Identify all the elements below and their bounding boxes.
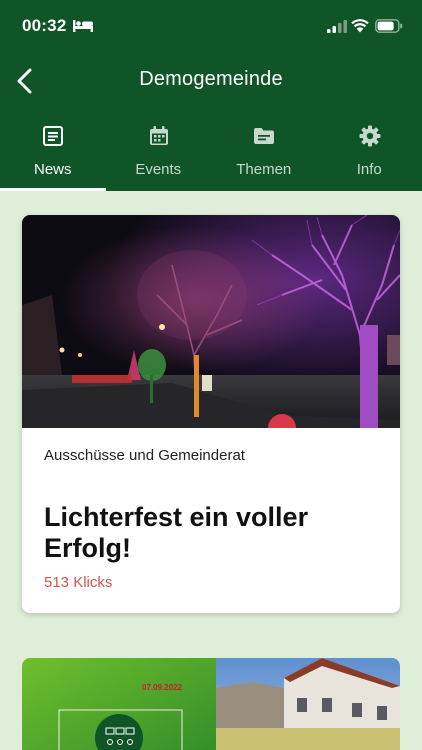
news-card[interactable]: Ausschüsse und Gemeinderat Lichterfest e… bbox=[22, 215, 400, 613]
tab-news[interactable]: News bbox=[0, 118, 106, 191]
tab-events-label: Events bbox=[135, 161, 182, 178]
calendar-icon bbox=[149, 126, 168, 145]
page-title: Demogemeinde bbox=[139, 68, 283, 90]
status-bar: 00:32 bbox=[0, 0, 422, 52]
gear-icon bbox=[359, 125, 380, 147]
news-title: Lichterfest ein voller Erfolg! bbox=[44, 502, 309, 563]
wifi-icon bbox=[351, 19, 369, 33]
tab-news-label: News bbox=[33, 161, 72, 178]
news-photo bbox=[22, 658, 400, 750]
tab-themen[interactable]: Themen bbox=[211, 118, 317, 191]
news-date: 07.09.2022 bbox=[142, 683, 183, 692]
cellular-signal-icon bbox=[327, 20, 347, 33]
news-clicks: 513 Klicks bbox=[44, 574, 113, 591]
tab-events[interactable]: Events bbox=[106, 118, 212, 191]
status-time: 00:32 bbox=[22, 16, 67, 35]
news-category: Ausschüsse und Gemeinderat bbox=[44, 447, 245, 464]
news-photo bbox=[22, 215, 400, 428]
tab-info-label: Info bbox=[356, 161, 382, 178]
news-icon bbox=[43, 126, 63, 146]
tab-themen-label: Themen bbox=[236, 161, 292, 178]
sleep-mode-icon bbox=[73, 20, 93, 32]
tab-info[interactable]: Info bbox=[317, 118, 422, 191]
folder-icon bbox=[254, 128, 274, 144]
news-card[interactable]: 07.09.2022 bbox=[22, 658, 400, 750]
tab-bar: News Events Themen Info bbox=[0, 118, 422, 191]
app-header: 00:32 Demogemeinde News Events Themen In… bbox=[0, 0, 422, 191]
battery-icon bbox=[375, 19, 403, 33]
